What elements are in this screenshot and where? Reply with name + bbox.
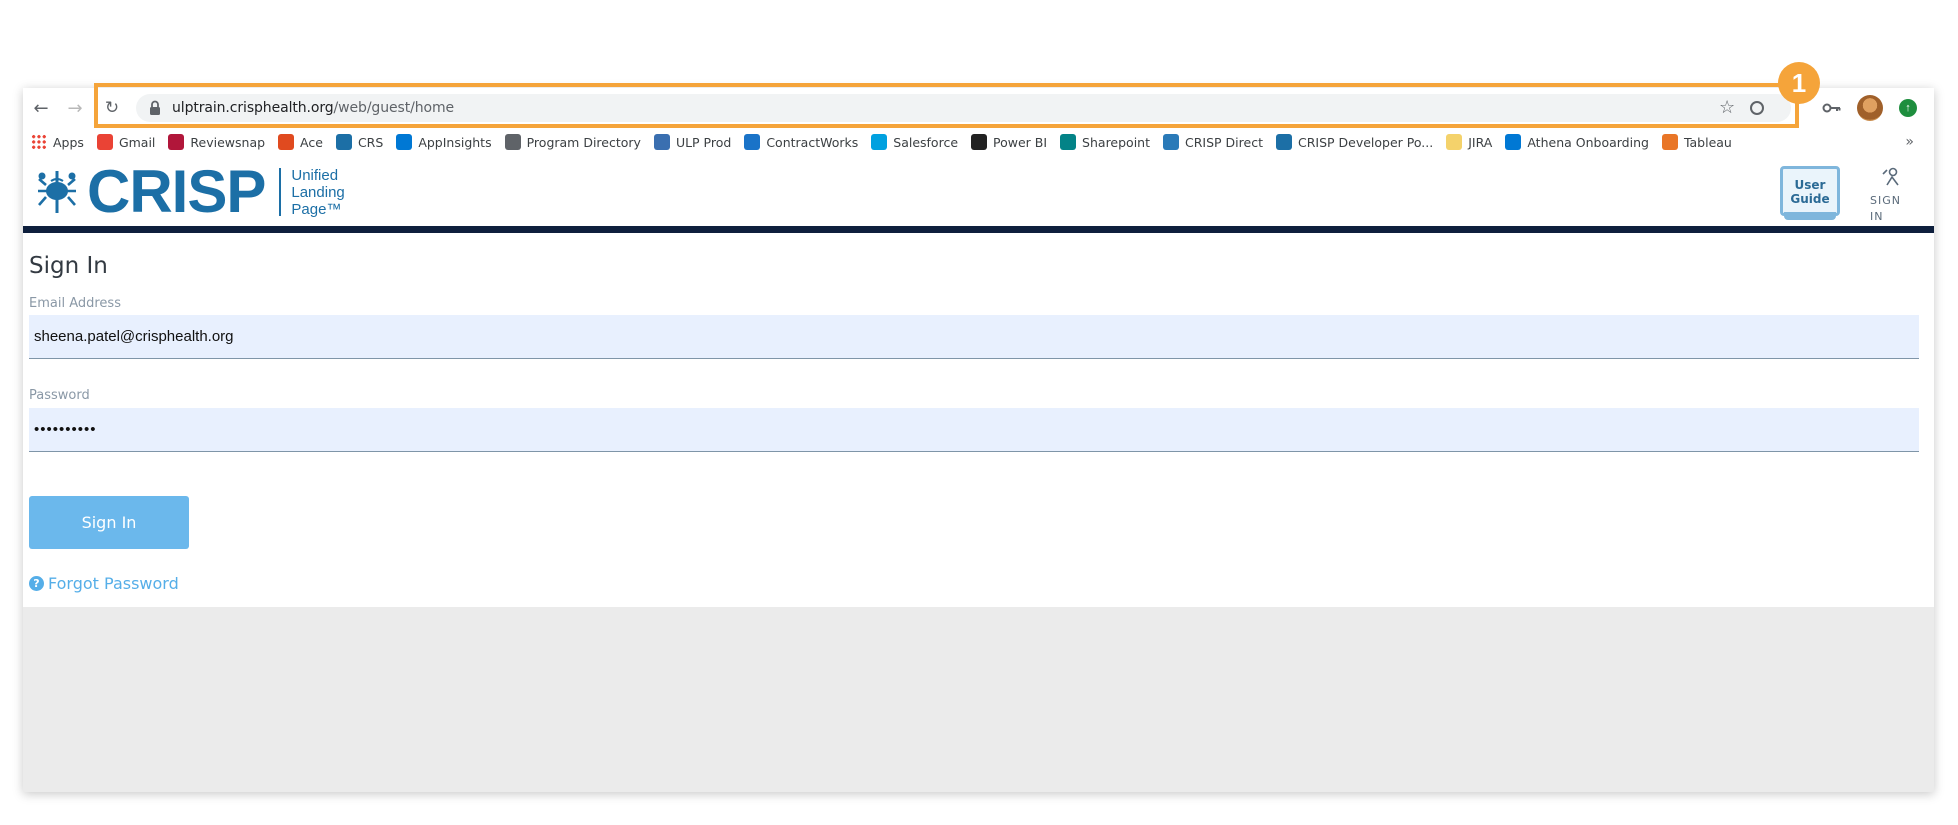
bookmark-label: Tableau xyxy=(1683,134,1732,150)
bookmark-apps[interactable]: Apps xyxy=(31,134,84,150)
logo-divider xyxy=(279,168,282,216)
bookmark-label: Athena Onboarding xyxy=(1527,134,1649,150)
ace-icon xyxy=(278,134,295,150)
sign-in-line: SIGN xyxy=(1870,194,1901,207)
callout-number-badge: 1 xyxy=(1778,62,1820,104)
update-arrow-icon[interactable]: ↑ xyxy=(1899,99,1917,117)
site-header: CRISP Unified Landing Page™ User Guide S… xyxy=(23,156,1934,226)
bookmark-appinsights[interactable]: AppInsights xyxy=(396,134,492,150)
logo-tag-line: Landing xyxy=(291,183,345,201)
header-sign-in-label: SIGN IN xyxy=(1870,193,1912,225)
bookmark-label: Reviewsnap xyxy=(190,134,266,150)
bookmark-reviewsnap[interactable]: Reviewsnap xyxy=(168,134,265,150)
tableau-icon xyxy=(1661,134,1678,150)
book-spine xyxy=(1784,212,1836,220)
bookmarks-overflow-icon[interactable]: » xyxy=(1905,134,1914,150)
bookmark-label: Power BI xyxy=(993,134,1048,150)
book-icon: User Guide xyxy=(1780,166,1840,216)
bookmark-label: Gmail xyxy=(118,134,156,150)
azure-devops-icon xyxy=(1505,134,1522,150)
browser-window: ← → ↻ ulptrain.crisphealth.org/web/guest… xyxy=(23,88,1934,792)
bookmark-label: Ace xyxy=(300,134,323,150)
screenshot: ← → ↻ ulptrain.crisphealth.org/web/guest… xyxy=(0,0,1958,825)
logo-wordmark: CRISP xyxy=(87,158,266,225)
forgot-password-label: Forgot Password xyxy=(48,574,179,593)
sharepoint-icon xyxy=(1060,134,1077,150)
apps-grid-icon xyxy=(31,134,47,150)
question-circle-icon: ? xyxy=(29,576,44,591)
bookmark-jira[interactable]: JIRA xyxy=(1446,134,1492,150)
crisp-crab-icon xyxy=(335,134,352,150)
user-sign-in-icon xyxy=(1882,167,1899,186)
logo-tag-line: Page™ xyxy=(291,200,342,218)
logo-tag-line: Unified xyxy=(291,166,339,184)
header-sign-in-button[interactable]: SIGN IN xyxy=(1863,166,1919,224)
sign-in-button[interactable]: Sign In xyxy=(29,496,189,549)
user-guide-line: Guide xyxy=(1790,192,1830,206)
bookmark-label: CRS xyxy=(357,134,384,150)
email-label: Email Address xyxy=(29,296,121,311)
header-divider xyxy=(23,226,1934,233)
crisp-logo[interactable]: CRISP Unified Landing Page™ xyxy=(37,158,345,225)
sign-in-form: Sign In Email Address Password Sign In ?… xyxy=(23,233,1934,607)
bookmark-label: Sharepoint xyxy=(1082,134,1150,150)
bookmark-salesforce[interactable]: Salesforce xyxy=(871,134,958,150)
bookmark-crisp-direct[interactable]: CRISP Direct xyxy=(1163,134,1263,150)
globe-icon xyxy=(504,134,521,150)
bookmark-crs[interactable]: CRS xyxy=(335,134,384,150)
bookmarks-bar: Apps Gmail Reviewsnap Ace CRS AppInsights Prog… xyxy=(23,128,1934,156)
gmail-icon xyxy=(96,134,113,150)
reviewsnap-icon xyxy=(168,134,185,150)
bookmark-label: Salesforce xyxy=(893,134,959,150)
sign-in-line: IN xyxy=(1870,210,1884,223)
profile-avatar[interactable] xyxy=(1857,95,1883,121)
password-label: Password xyxy=(29,388,90,403)
power-bi-icon xyxy=(971,134,988,150)
user-guide-line: User xyxy=(1794,178,1826,192)
salesforce-cloud-icon xyxy=(871,134,888,150)
password-field[interactable] xyxy=(29,408,1919,452)
bookmark-power-bi[interactable]: Power BI xyxy=(971,134,1047,150)
bookmark-program-directory[interactable]: Program Directory xyxy=(504,134,641,150)
user-guide-button[interactable]: User Guide xyxy=(1780,166,1840,222)
bookmark-label: Apps xyxy=(53,134,84,150)
bookmark-label: ContractWorks xyxy=(766,134,859,150)
bookmark-label: ULP Prod xyxy=(675,134,732,150)
jira-folder-icon xyxy=(1446,134,1463,150)
crab-logo-icon xyxy=(38,171,76,213)
bookmark-ulp-prod[interactable]: ULP Prod xyxy=(653,134,732,150)
bookmark-athena-onboarding[interactable]: Athena Onboarding xyxy=(1505,134,1649,150)
bookmark-contractworks[interactable]: ContractWorks xyxy=(744,134,858,150)
bookmark-crisp-developer-po[interactable]: CRISP Developer Po... xyxy=(1275,134,1434,150)
email-field[interactable] xyxy=(29,315,1919,359)
azure-icon xyxy=(396,134,413,150)
ulp-icon xyxy=(653,134,670,150)
bookmark-label: JIRA xyxy=(1468,134,1493,150)
web-page: CRISP Unified Landing Page™ User Guide S… xyxy=(23,156,1934,792)
back-arrow-icon[interactable]: ← xyxy=(27,94,55,122)
page-footer-area xyxy=(23,607,1934,792)
bookmark-ace[interactable]: Ace xyxy=(278,134,323,150)
bookmark-tableau[interactable]: Tableau xyxy=(1661,134,1732,150)
logo-tagline: Unified Landing Page™ xyxy=(291,167,344,218)
crisp-crab-icon xyxy=(1275,134,1292,150)
bookmark-label: CRISP Direct xyxy=(1185,134,1263,150)
forgot-password-link[interactable]: ? Forgot Password xyxy=(29,574,179,593)
crisp-direct-icon xyxy=(1163,134,1179,150)
bookmark-gmail[interactable]: Gmail xyxy=(96,134,156,150)
contractworks-icon xyxy=(744,134,761,150)
bookmark-sharepoint[interactable]: Sharepoint xyxy=(1060,134,1150,150)
bookmark-label: Program Directory xyxy=(526,134,641,150)
url-highlight-box xyxy=(94,83,1799,128)
forward-arrow-icon[interactable]: → xyxy=(61,94,89,122)
bookmark-label: CRISP Developer Po... xyxy=(1297,134,1434,150)
page-title: Sign In xyxy=(29,253,108,279)
bookmark-label: AppInsights xyxy=(418,134,492,150)
key-icon[interactable] xyxy=(1821,97,1843,119)
